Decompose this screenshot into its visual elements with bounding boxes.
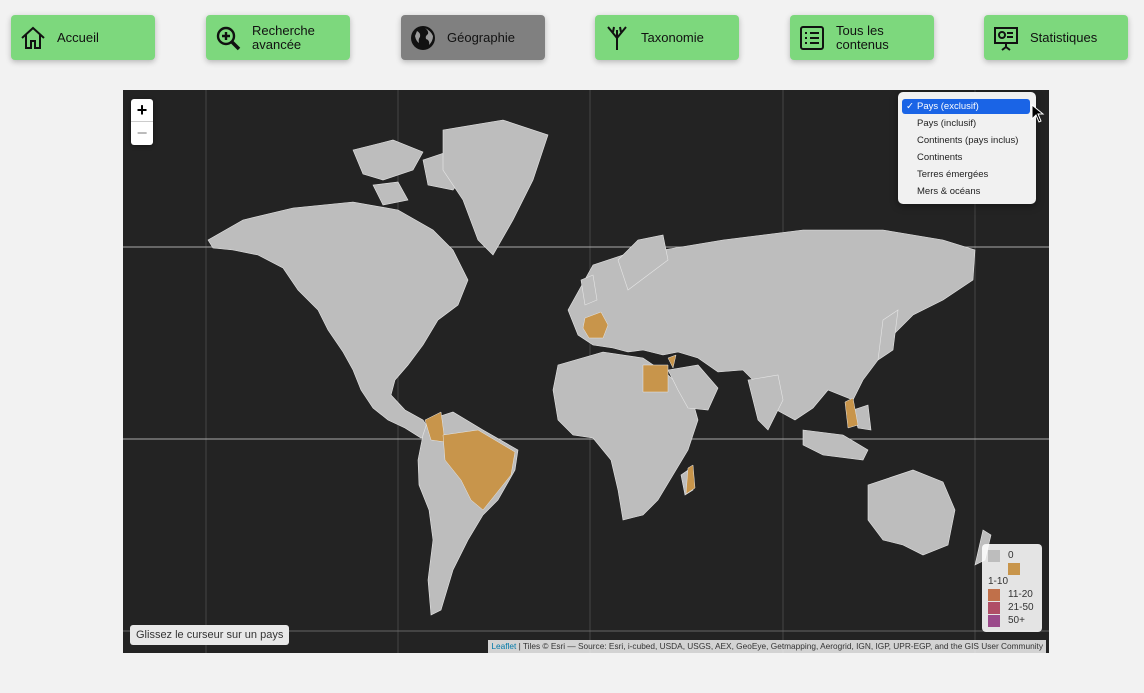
magnifier-plus-icon (206, 15, 250, 60)
nav-label: Accueil (57, 29, 99, 45)
list-icon (790, 15, 834, 60)
legend-label: 0 (1008, 550, 1014, 561)
se-asia-islands (802, 404, 872, 461)
layer-option-label: Continents (917, 152, 963, 163)
legend-swatch (988, 550, 1000, 562)
world-map[interactable]: + − ✓ Pays (exclusif) Pays (inclusif) Co… (123, 90, 1049, 653)
map-legend: 0 1-10 11-20 21-50 50+ (982, 544, 1042, 632)
layer-option-label: Continents (pays inclus) (917, 135, 1019, 146)
nav-button-tous-les-contenus[interactable]: Tous les contenus (790, 15, 934, 60)
nav-label: Taxonomie (641, 29, 704, 45)
land-masses (207, 119, 992, 616)
hover-info-box: Glissez le curseur sur un pays (130, 625, 290, 645)
layer-option-label: Pays (inclusif) (917, 118, 977, 129)
legend-label: 1-10 (988, 576, 1009, 587)
globe-icon (401, 15, 445, 60)
zoom-in-button[interactable]: + (131, 99, 153, 122)
india (747, 374, 784, 431)
country-egypt (642, 364, 669, 393)
zoom-control: + − (131, 99, 153, 145)
legend-label: 11-20 (1008, 589, 1033, 600)
legend-swatch (988, 589, 1000, 601)
layer-option-continents[interactable]: Continents (902, 150, 1030, 165)
nav-label: Géographie (447, 29, 515, 45)
zoom-out-button[interactable]: − (131, 122, 153, 144)
greenland (442, 119, 549, 256)
legend-label: 21-50 (1008, 602, 1034, 613)
layer-option-label: Pays (exclusif) (917, 101, 979, 112)
layer-option-continents-pays-inclus[interactable]: Continents (pays inclus) (902, 133, 1030, 148)
attribution-text: | Tiles © Esri — Source: Esri, i-cubed, … (516, 641, 1043, 651)
mouse-cursor-icon (1031, 104, 1045, 123)
nav-label: Tous les contenus (836, 22, 889, 52)
nav-label: Statistiques (1030, 29, 1098, 45)
layer-option-terres-emergees[interactable]: Terres émergées (902, 167, 1030, 182)
legend-swatch (988, 602, 1000, 614)
nav-button-taxonomie[interactable]: Taxonomie (595, 15, 739, 60)
tree-branches-icon (595, 15, 639, 60)
presentation-chart-icon (984, 15, 1028, 60)
nav-button-recherche-avancee[interactable]: Recherche avancée (206, 15, 350, 60)
layer-option-pays-inclusif[interactable]: Pays (inclusif) (902, 116, 1030, 131)
top-navigation: Accueil Recherche avancée Géographie Tax… (0, 0, 1144, 70)
north-america (207, 201, 469, 439)
australia (867, 469, 956, 556)
layer-select-dropdown[interactable]: ✓ Pays (exclusif) Pays (inclusif) Contin… (898, 92, 1036, 204)
map-attribution: Leaflet | Tiles © Esri — Source: Esri, i… (488, 640, 1046, 653)
legend-swatch (988, 615, 1000, 627)
nav-button-geographie[interactable]: Géographie (401, 15, 545, 60)
country-madagascar (685, 464, 696, 495)
legend-swatch (1008, 563, 1020, 575)
check-icon: ✓ (906, 101, 914, 112)
leaflet-link[interactable]: Leaflet (491, 641, 516, 651)
layer-option-label: Terres émergées (917, 169, 989, 180)
home-icon (11, 15, 55, 60)
layer-option-label: Mers & océans (917, 186, 981, 197)
nav-button-accueil[interactable]: Accueil (11, 15, 155, 60)
country-lebanon (667, 354, 677, 369)
nav-button-statistiques[interactable]: Statistiques (984, 15, 1128, 60)
layer-option-pays-exclusif[interactable]: ✓ Pays (exclusif) (902, 99, 1030, 114)
legend-label: 50+ (1008, 615, 1025, 626)
layer-option-mers-oceans[interactable]: Mers & océans (902, 184, 1030, 199)
nav-label: Recherche avancée (252, 22, 315, 52)
